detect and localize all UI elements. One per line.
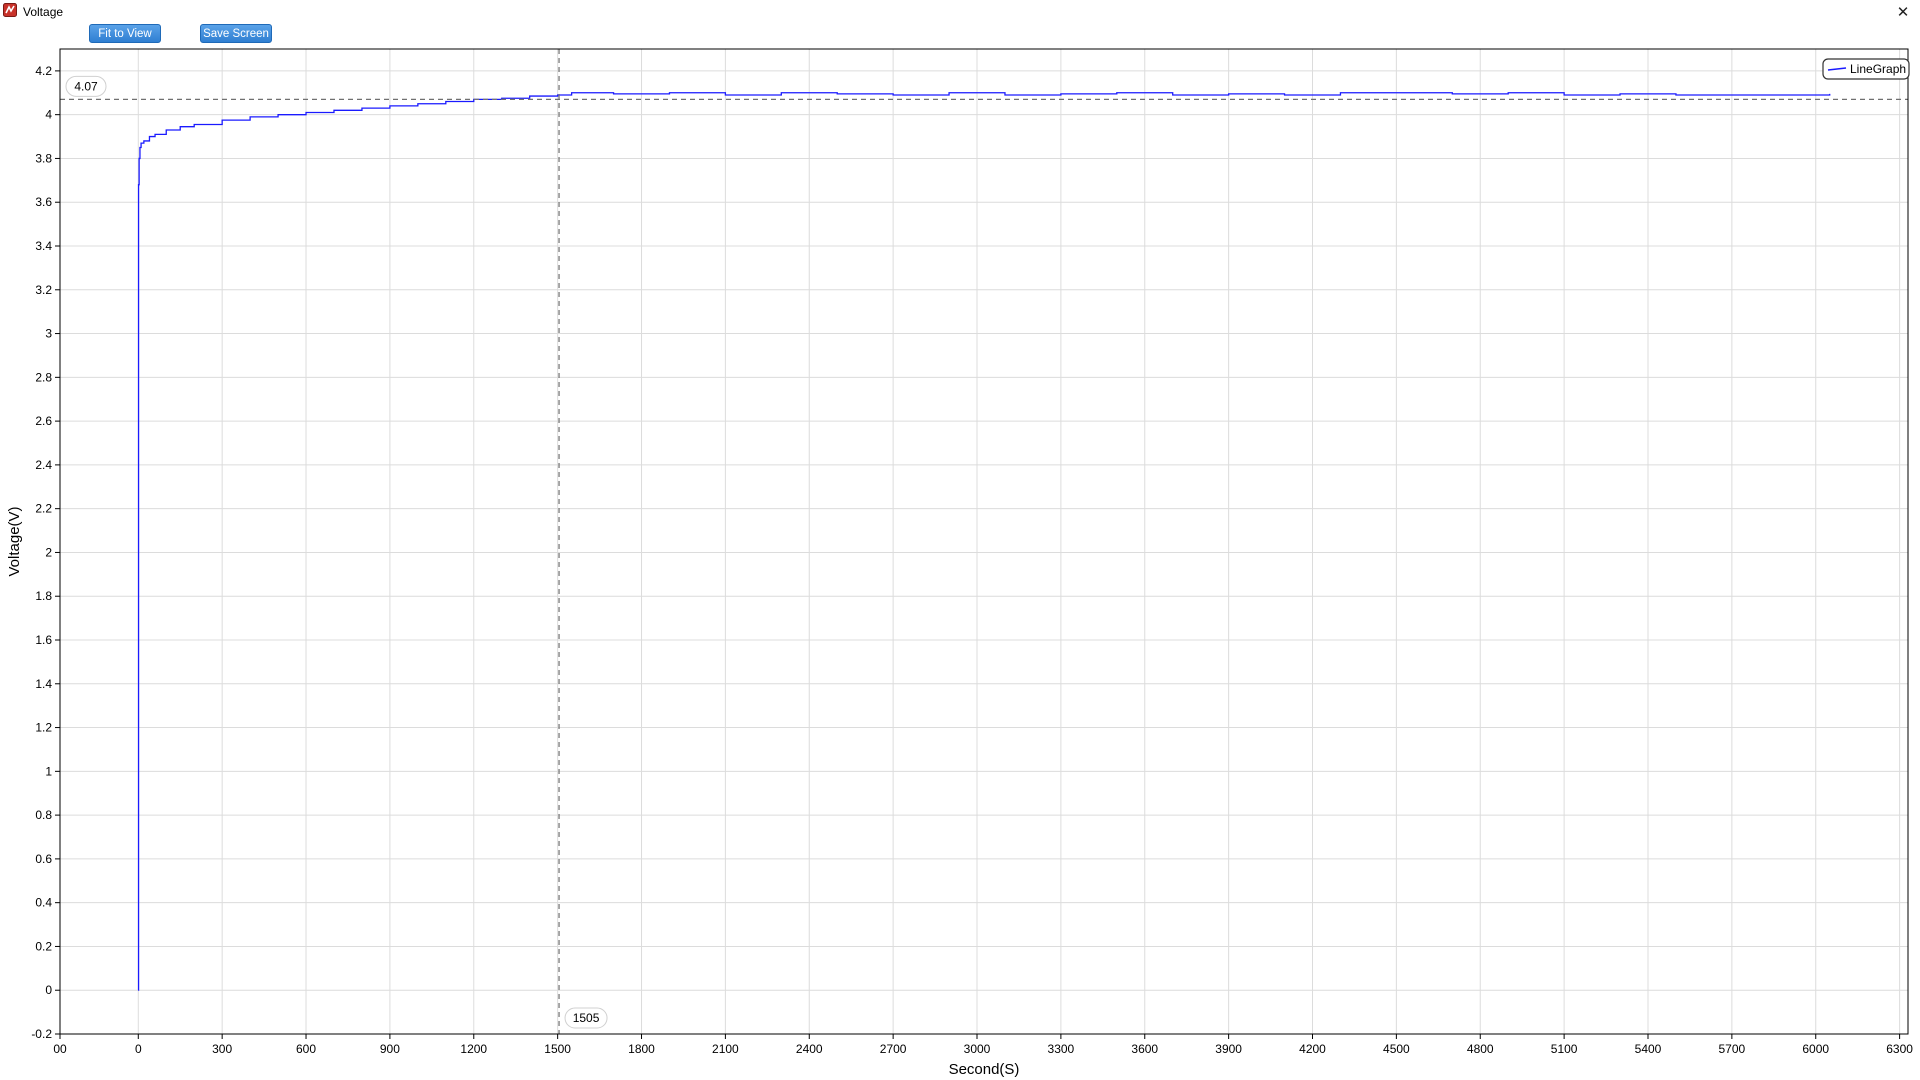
x-tick-label: 900 xyxy=(380,1042,400,1056)
x-tick-label: 3900 xyxy=(1215,1042,1242,1056)
x-tick-label: 0 xyxy=(135,1042,142,1056)
x-tick-label: 3000 xyxy=(964,1042,991,1056)
y-tick-label: 2.8 xyxy=(35,370,52,384)
title-bar: Voltage ✕ xyxy=(0,0,1920,24)
y-tick-label: 2.4 xyxy=(35,458,52,472)
x-tick-label: 3300 xyxy=(1048,1042,1075,1056)
x-tick-label: 1800 xyxy=(628,1042,655,1056)
cursor-x-value-badge: 1505 xyxy=(564,1007,608,1029)
legend: LineGraph xyxy=(1822,58,1910,80)
x-tick-label: 6300 xyxy=(1886,1042,1913,1056)
x-axis-label: Second(S) xyxy=(949,1061,1020,1078)
fit-to-view-button[interactable]: Fit to View xyxy=(89,24,161,43)
x-tick-label: 5100 xyxy=(1551,1042,1578,1056)
y-tick-label: 2.6 xyxy=(35,414,52,428)
x-tick-label: 600 xyxy=(296,1042,316,1056)
y-tick-label: 2 xyxy=(45,545,52,559)
x-tick-label: 5400 xyxy=(1635,1042,1662,1056)
y-tick-label: 4 xyxy=(45,108,52,122)
y-tick-label: 1.4 xyxy=(35,677,52,691)
y-tick-label: 1.8 xyxy=(35,589,52,603)
cursor-x-value: 1505 xyxy=(573,1011,600,1025)
y-tick-label: 4.2 xyxy=(35,64,52,78)
legend-entry: LineGraph xyxy=(1850,62,1906,76)
x-tick-label: 2700 xyxy=(880,1042,907,1056)
save-screen-button[interactable]: Save Screen xyxy=(200,24,272,43)
x-tick-label: 4500 xyxy=(1383,1042,1410,1056)
y-tick-label: 3.8 xyxy=(35,151,52,165)
voltage-window: 00 0 300 600 900 1200 1500 1800 2100 2400 2700 3000… xyxy=(0,0,1920,1080)
y-tick-label: 0.8 xyxy=(35,808,52,822)
y-tick-label: 0 xyxy=(45,983,52,997)
close-button[interactable]: ✕ xyxy=(1893,2,1913,22)
y-tick-label: 3.2 xyxy=(35,283,52,297)
y-tick-label: 2.2 xyxy=(35,502,52,516)
y-tick-label: 0.6 xyxy=(35,852,52,866)
x-tick-label: 1200 xyxy=(460,1042,487,1056)
y-tick-label: 0.2 xyxy=(35,939,52,953)
x-tick-label: 4200 xyxy=(1299,1042,1326,1056)
x-tick-label: 5700 xyxy=(1719,1042,1746,1056)
plot-area xyxy=(60,49,1908,1034)
y-tick-label: 3.4 xyxy=(35,239,52,253)
x-tick-label: 2400 xyxy=(796,1042,823,1056)
window-title: Voltage xyxy=(23,5,64,19)
y-tick-label: -0.2 xyxy=(31,1027,52,1041)
x-tick-label: 4800 xyxy=(1467,1042,1494,1056)
x-tick-label: 300 xyxy=(212,1042,232,1056)
x-tick-label: 3600 xyxy=(1131,1042,1158,1056)
close-icon: ✕ xyxy=(1896,4,1910,21)
y-tick-label: 1.2 xyxy=(35,721,52,735)
app-icon xyxy=(3,3,17,17)
x-tick-label: 1500 xyxy=(544,1042,571,1056)
voltage-chart[interactable]: 00 0 300 600 900 1200 1500 1800 2100 2400 2700 3000… xyxy=(0,0,1920,1080)
y-tick-label: 1.6 xyxy=(35,633,52,647)
x-tick-label: 2100 xyxy=(712,1042,739,1056)
y-tick-label: 1 xyxy=(45,764,52,778)
x-tick-label: 6000 xyxy=(1802,1042,1829,1056)
cursor-y-value: 4.07 xyxy=(74,79,98,93)
y-axis-label: Voltage(V) xyxy=(6,506,23,576)
y-tick-label: 0.4 xyxy=(35,896,52,910)
x-tick-label: 00 xyxy=(53,1042,67,1056)
cursor-y-value-badge: 4.07 xyxy=(65,75,107,97)
y-tick-label: 3 xyxy=(45,327,52,341)
y-tick-label: 3.6 xyxy=(35,195,52,209)
